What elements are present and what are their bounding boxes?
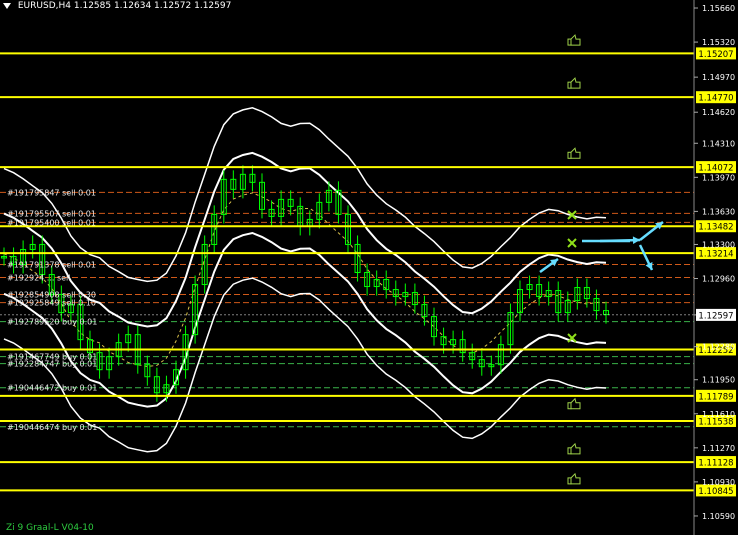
order-label: #190446472 buy 0.01 (7, 384, 97, 393)
current-price-label: 1.12597 (698, 311, 733, 321)
symbol-label: EURUSD,H4 (17, 1, 71, 11)
order-label: #190446474 buy 0.01 (7, 423, 97, 432)
level-price-label: 1.14770 (698, 94, 733, 104)
indicator-label: Zi 9 Graal-L V04-10 (6, 523, 94, 533)
order-label: #192924 ... sell (7, 274, 71, 283)
menu-triangle-icon[interactable] (3, 2, 11, 9)
order-label: #191795847 sell 0.01 (7, 188, 96, 197)
order-label: #191791378 sell 0.01 (7, 260, 96, 269)
axis-tick-label: 1.15320 (702, 38, 735, 47)
level-price-label: 1.15207 (698, 50, 733, 60)
axis-tick-label: 1.12960 (702, 275, 735, 284)
price-chart: #191795847 sell 0.01 #191795507 sell 0.01… (0, 0, 738, 535)
order-label: #192925849 sell 0.10 (7, 299, 96, 308)
axis-tick-label: 1.13630 (702, 207, 735, 216)
order-label: #192789520 buy 0.01 (7, 318, 97, 327)
level-price-label: 1.11789 (698, 392, 733, 402)
axis-tick-label: 1.10930 (702, 478, 735, 487)
axis-tick-label: 1.11270 (702, 444, 735, 453)
level-price-label: 1.11128 (698, 459, 733, 469)
level-price-label: 1.11538 (698, 417, 733, 427)
axis-tick-label: 1.14620 (702, 108, 735, 117)
level-price-label: 1.13214 (698, 250, 733, 260)
axis-tick-label: 1.11950 (702, 376, 735, 385)
axis-tick-label: 1.13300 (702, 240, 735, 249)
symbol-header: EURUSD,H4 1.12585 1.12634 1.12572 1.1259… (3, 1, 231, 11)
axis-tick-label: 1.10590 (702, 512, 735, 521)
order-label: #191795507 sell 0.01 (7, 209, 96, 218)
axis-tick-label: 1.13970 (702, 173, 735, 182)
level-price-label: 1.14072 (698, 164, 733, 174)
level-price-label: 1.10845 (698, 487, 733, 497)
order-label: #191795400 sell 0.01 (7, 218, 96, 227)
axis-tick-label: 1.15660 (702, 4, 735, 13)
order-label: #192284747 buy 0.01 (7, 360, 97, 369)
level-price-label: 1.13482 (698, 223, 733, 233)
axis-tick-label: 1.11610 (702, 410, 735, 419)
ohlc-values: 1.12585 1.12634 1.12572 1.12597 (73, 1, 232, 11)
axis-tick-label: 1.14310 (702, 139, 735, 148)
axis-tick-label: 1.12280 (702, 343, 735, 352)
axis-tick-label: 1.14970 (702, 73, 735, 82)
